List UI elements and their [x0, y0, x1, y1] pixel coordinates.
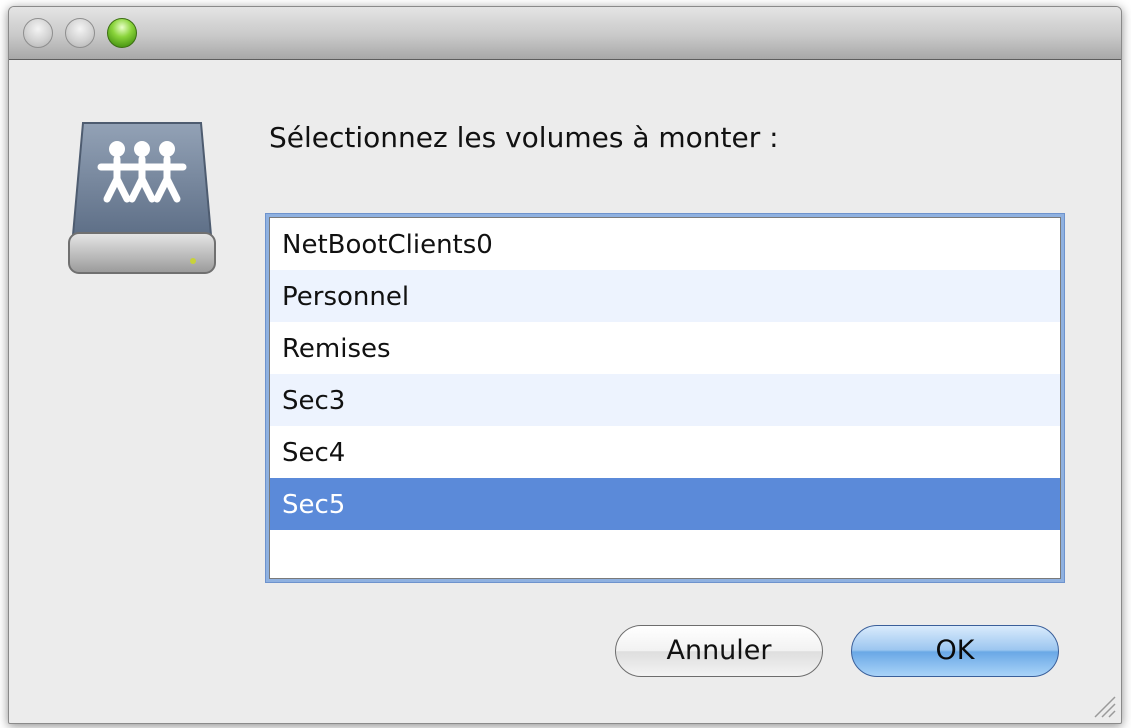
close-button[interactable] [23, 18, 53, 48]
volume-item-sec5[interactable]: Sec5 [270, 478, 1060, 530]
title-bar [9, 7, 1121, 60]
volume-list-empty-row [270, 530, 1060, 578]
prompt-label: Sélectionnez les volumes à monter : [269, 121, 779, 154]
volume-item-personnel[interactable]: Personnel [270, 270, 1060, 322]
volume-item-remises[interactable]: Remises [270, 322, 1060, 374]
mount-volumes-dialog: Sélectionnez les volumes à monter : NetB… [8, 6, 1122, 724]
zoom-button[interactable] [107, 18, 137, 48]
volume-item-netbootclients0[interactable]: NetBootClients0 [270, 218, 1060, 270]
volume-item-sec3[interactable]: Sec3 [270, 374, 1060, 426]
resize-grip-icon[interactable] [1091, 693, 1117, 719]
network-volume-icon [67, 115, 217, 285]
minimize-button[interactable] [65, 18, 95, 48]
cancel-button[interactable]: Annuler [615, 625, 823, 677]
volume-list[interactable]: NetBootClients0 Personnel Remises Sec3 S… [269, 217, 1061, 579]
ok-button[interactable]: OK [851, 625, 1059, 677]
volume-item-sec4[interactable]: Sec4 [270, 426, 1060, 478]
